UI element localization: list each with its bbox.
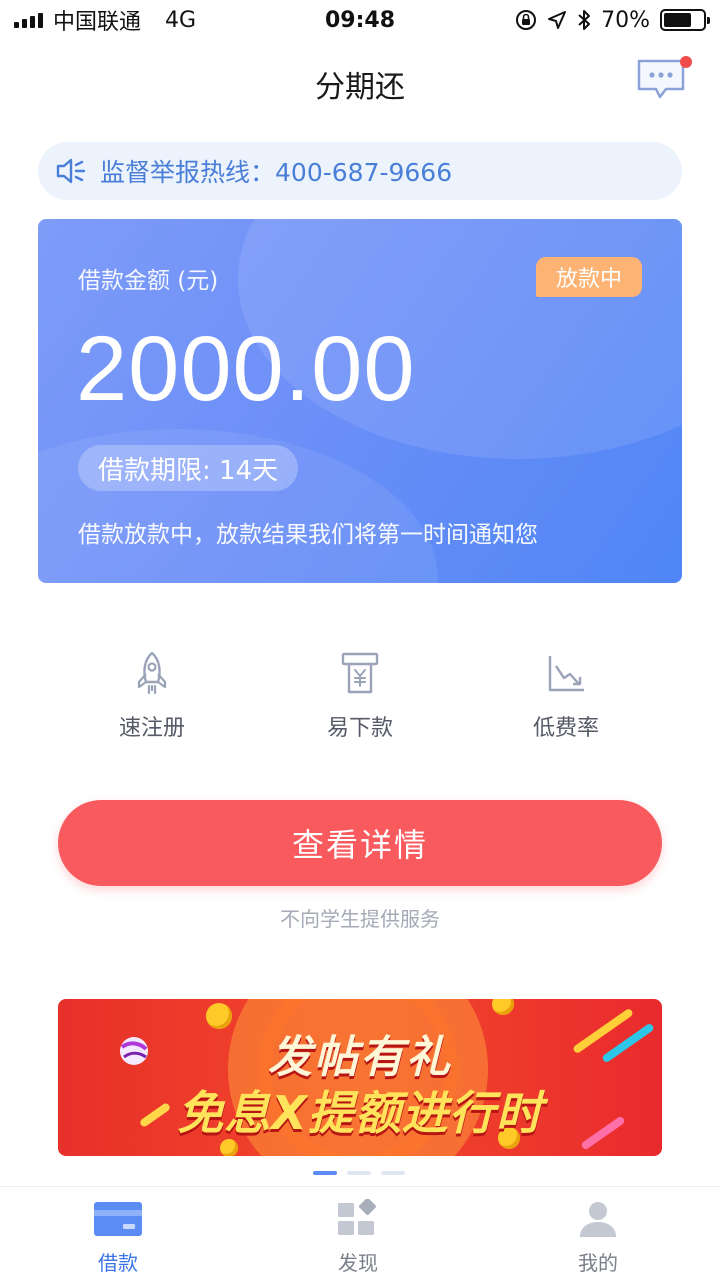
loan-status-note: 借款放款中，放款结果我们将第一时间通知您 — [78, 522, 538, 548]
hotline-text: 监督举报热线：400-687-9666 — [100, 153, 452, 189]
feature-label: 低费率 — [532, 716, 599, 741]
feature-easy-loan: 易下款 — [290, 650, 430, 742]
status-left: 中国联通 4G — [14, 4, 196, 36]
coin-decoration — [492, 999, 514, 1015]
tab-discover[interactable]: 发现 — [298, 1199, 418, 1276]
feature-low-rate: 低费率 — [496, 650, 636, 742]
loan-term-pill: 借款期限: 14天 — [78, 445, 299, 491]
banner-pager — [313, 1171, 405, 1175]
feature-label: 易下款 — [326, 716, 393, 741]
network-type: 4G — [165, 7, 197, 33]
feature-quick-register: 速注册 — [82, 650, 222, 742]
hotline-bar[interactable]: 监督举报热线：400-687-9666 — [38, 142, 682, 200]
loan-status-card: 借款金额 (元) 放款中 2000.00 借款期限: 14天 借款放款中，放款结… — [38, 219, 682, 583]
promo-banner[interactable]: 发帖有礼 免息X提额进行时 — [58, 999, 662, 1156]
banner-subheadline: 免息X提额进行时 — [177, 1086, 543, 1140]
pager-dot[interactable] — [381, 1171, 405, 1175]
battery-icon — [660, 9, 710, 31]
nav-header: 分期还 — [0, 40, 720, 124]
orientation-lock-icon — [516, 10, 537, 30]
student-disclaimer: 不向学生提供服务 — [280, 907, 440, 931]
location-icon — [548, 11, 567, 29]
bluetooth-icon — [578, 10, 591, 30]
rocket-icon — [137, 651, 167, 695]
pager-dot[interactable] — [313, 1171, 337, 1175]
status-badge: 放款中 — [536, 257, 642, 297]
tab-mine[interactable]: 我的 — [538, 1199, 658, 1276]
battery-percent: 70% — [601, 7, 650, 33]
unread-dot — [680, 56, 692, 68]
tab-loan[interactable]: 借款 — [58, 1199, 178, 1276]
carrier-name: 中国联通 — [53, 10, 142, 35]
atm-yen-icon — [341, 652, 379, 694]
tab-bar: 借款 发现 我的 — [0, 1186, 720, 1280]
battery-level — [664, 13, 691, 27]
tab-label: 发现 — [338, 1251, 378, 1275]
view-details-button[interactable]: 查看详情 — [58, 800, 662, 886]
status-bar: 中国联通 4G 09:48 70% — [0, 0, 720, 40]
chat-bubble-icon — [637, 59, 685, 99]
signal-icon — [14, 12, 43, 28]
hotline-phone: 400-687-9666 — [275, 158, 453, 187]
trend-down-chart-icon — [548, 656, 584, 692]
feature-label: 速注册 — [118, 716, 185, 741]
loan-amount-label: 借款金额 (元) — [78, 268, 219, 294]
feature-row: 速注册 易下款 低费率 — [0, 650, 720, 750]
speaker-icon — [56, 158, 86, 184]
messages-button[interactable] — [636, 58, 686, 102]
discover-grid-icon — [338, 1199, 377, 1235]
status-right: 70% — [515, 7, 710, 33]
hotline-label: 监督举报热线： — [100, 158, 276, 187]
loan-amount-value: 2000.00 — [76, 318, 416, 420]
pager-dot[interactable] — [347, 1171, 371, 1175]
user-icon — [580, 1202, 616, 1237]
card-icon — [94, 1202, 142, 1236]
banner-headline: 发帖有礼 — [268, 1032, 452, 1083]
tab-label: 我的 — [578, 1251, 618, 1275]
page-title: 分期还 — [315, 70, 405, 105]
tab-label: 借款 — [98, 1251, 138, 1275]
